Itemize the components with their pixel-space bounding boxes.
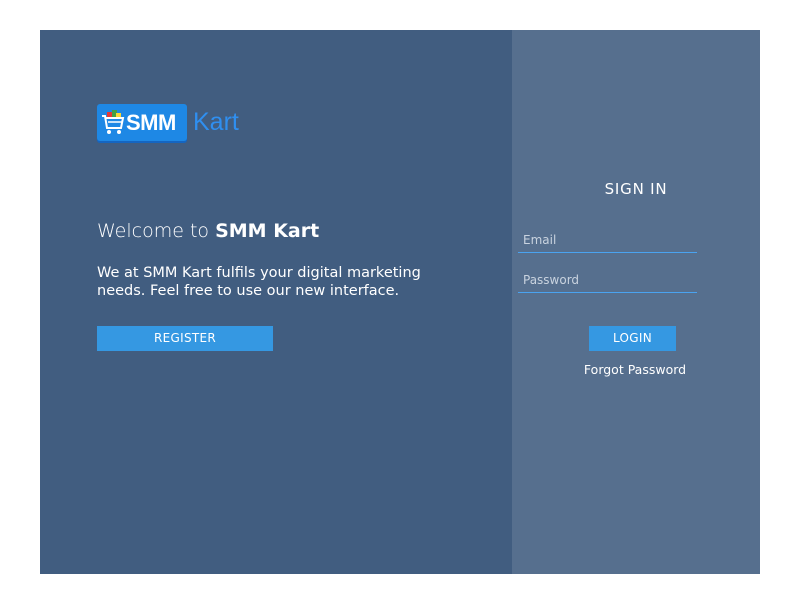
signin-panel: SIGN IN LOGIN Forgot Password — [512, 30, 760, 574]
email-field[interactable] — [518, 228, 697, 253]
logo-suffix-text: Kart — [193, 108, 239, 136]
register-button[interactable]: REGISTER — [97, 326, 273, 351]
welcome-description: We at SMM Kart fulfils your digital mark… — [97, 265, 421, 299]
signin-title: SIGN IN — [604, 180, 668, 198]
forgot-password-link[interactable]: Forgot Password — [512, 362, 758, 377]
logo: SMM Kart — [97, 104, 239, 141]
welcome-panel: SMM Kart Welcome to SMM Kart We at SMM K… — [40, 30, 512, 574]
welcome-prefix: Welcome to — [97, 220, 210, 242]
welcome-brand: SMM Kart — [215, 220, 320, 242]
login-card: SMM Kart Welcome to SMM Kart We at SMM K… — [40, 30, 760, 574]
shopping-cart-icon — [101, 108, 125, 138]
password-field[interactable] — [518, 268, 697, 293]
logo-badge: SMM — [97, 104, 187, 141]
welcome-heading: Welcome to SMM Kart — [97, 220, 319, 242]
login-button[interactable]: LOGIN — [589, 326, 676, 351]
logo-badge-text: SMM — [126, 109, 176, 135]
